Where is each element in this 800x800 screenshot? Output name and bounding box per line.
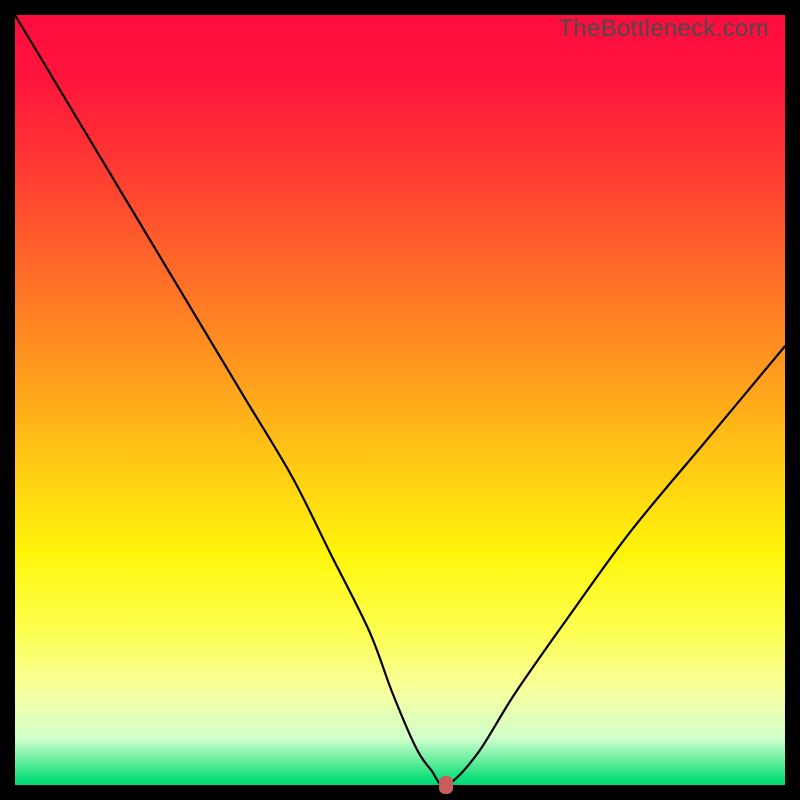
optimal-point-marker [439, 776, 453, 794]
chart-frame: TheBottleneck.com [0, 0, 800, 800]
plot-area: TheBottleneck.com [15, 15, 785, 785]
bottleneck-curve [15, 15, 785, 785]
